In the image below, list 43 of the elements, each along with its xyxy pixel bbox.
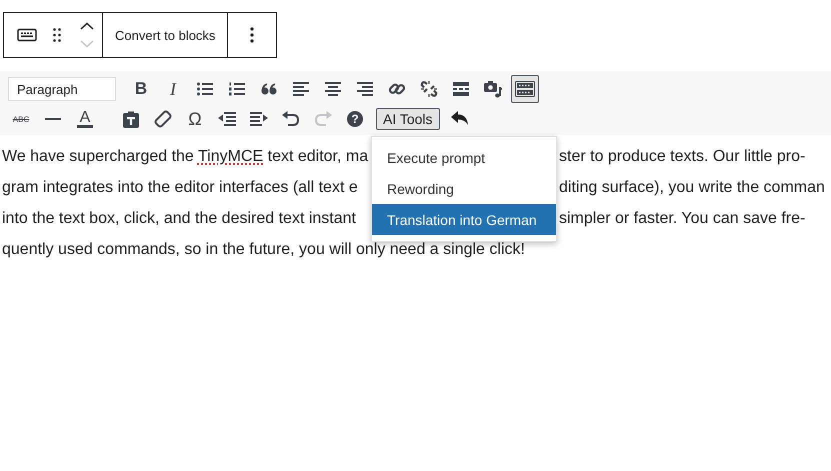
horizontal-line-icon [45,117,61,121]
quote-icon [261,83,277,95]
outdent-icon [218,112,236,126]
align-right-icon [357,82,373,96]
paragraph-text: simpler or faster. You can save fre- [559,210,806,228]
paragraph-text: ster to produce texts. Our little pro- [559,148,806,166]
indent-icon [250,112,268,126]
ai-tools-button[interactable]: AI Tools [376,108,440,130]
vertical-dots-icon [250,27,254,43]
eraser-icon [154,110,172,128]
keyboard-icon [515,81,535,97]
format-select[interactable]: Paragraph [8,77,116,101]
help-icon: ? [347,111,363,127]
drag-dots-icon [53,28,61,42]
menu-item[interactable]: Rewording [372,173,556,204]
paragraph-text: diting surface), you write the comman [559,178,826,196]
menu-item[interactable]: Execute prompt [372,142,556,173]
help-button[interactable]: ? [341,106,369,132]
bulleted-list-icon [197,82,213,96]
menu-item[interactable]: Translation into German [372,204,556,235]
camera-music-icon [484,80,502,98]
special-character-button[interactable]: Ω [181,106,209,132]
numbered-list-icon [229,82,245,96]
strikethrough-button[interactable]: ABC [7,106,35,132]
reply-arrow-icon [450,111,469,127]
paragraph-text: gram integrates into the editor interfaces (all text e [2,178,359,196]
bold-button[interactable]: B [127,76,155,102]
paragraph-text: quently used commands, so in the future, you will only need a single click! [2,240,526,258]
paragraph-text: We have supercharged the TinyMCE text editor, ma [2,148,370,166]
paragraph-text: into the text box, click, and the desired text instant [2,210,357,228]
undo-icon [282,111,300,127]
italic-button[interactable]: I [159,76,187,102]
align-center-icon [325,82,341,96]
text-color-button[interactable]: A [71,106,99,132]
chevron-down-icon [80,40,94,48]
clipboard-icon [123,110,139,128]
toolbar-toggle-button[interactable] [511,75,539,103]
redo-icon [314,111,332,127]
keyboard-icon [17,28,37,42]
chevron-up-icon [80,22,94,30]
read-more-icon [453,82,469,96]
align-left-icon [293,82,309,96]
broken-link-icon [420,80,438,98]
